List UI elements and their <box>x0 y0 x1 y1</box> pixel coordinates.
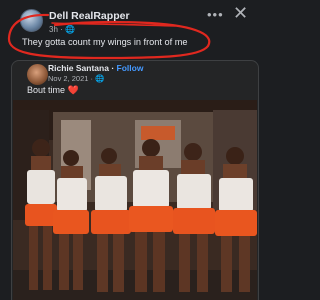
shared-post-date[interactable]: Nov 2, 2021 · 🌐 <box>48 74 104 83</box>
shared-post-photo[interactable] <box>13 100 257 300</box>
shared-post-card[interactable]: Richie Santana · Follow Nov 2, 2021 · 🌐 … <box>11 60 259 300</box>
shared-author-name[interactable]: Richie Santana <box>48 63 109 73</box>
follow-button[interactable]: Follow <box>117 63 144 73</box>
shared-author-avatar[interactable] <box>27 64 48 85</box>
author-avatar[interactable] <box>20 9 43 32</box>
post-header: Dell RealRapper 3h · 🌐 ••• ✕ They gotta … <box>0 0 265 60</box>
post-text: They gotta count my wings in front of me <box>22 37 188 47</box>
more-options-icon[interactable]: ••• <box>207 7 224 22</box>
photo-illustration <box>13 100 257 300</box>
close-icon[interactable]: ✕ <box>233 4 248 22</box>
shared-author-line: Richie Santana · Follow <box>48 63 143 73</box>
shared-post-caption: Bout time <box>27 85 68 95</box>
author-name[interactable]: Dell RealRapper <box>49 10 130 22</box>
shared-post-text: Bout time ❤️ <box>27 85 79 96</box>
heart-emoji: ❤️ <box>67 85 79 95</box>
post-meta[interactable]: 3h · 🌐 <box>49 25 75 34</box>
